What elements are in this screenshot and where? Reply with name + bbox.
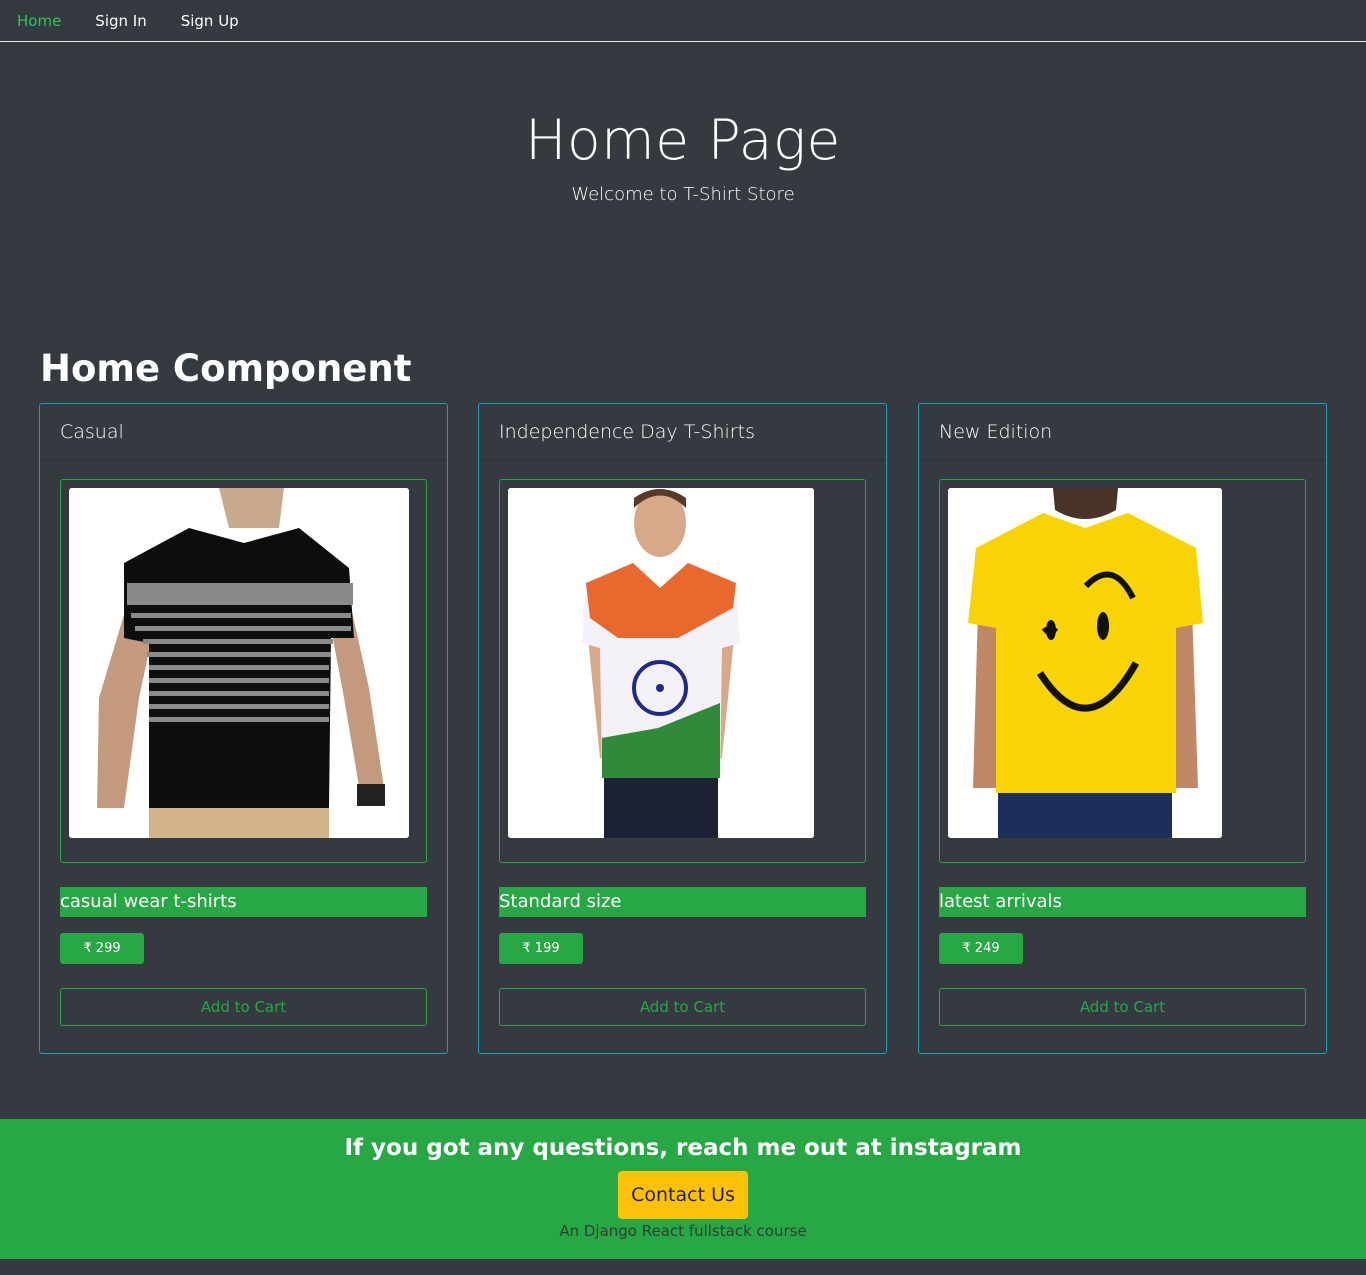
footer-title: If you got any questions, reach me out a… xyxy=(344,1135,1022,1161)
price-badge: ₹ 299 xyxy=(60,933,144,964)
page-title: Home Page xyxy=(525,108,841,172)
navbar: Home Sign In Sign Up xyxy=(0,0,1366,42)
product-card-independence-day: Independence Day T-Shirts Standard size … xyxy=(478,403,887,1054)
product-image-frame xyxy=(499,479,866,863)
card-header-title: New Edition xyxy=(919,404,1326,460)
product-description: casual wear t-shirts xyxy=(60,887,427,917)
product-card-new-edition: New Edition latest arrivals ₹ 249 Add to… xyxy=(918,403,1327,1054)
price-badge: ₹ 199 xyxy=(499,933,583,964)
product-image-frame xyxy=(939,479,1306,863)
card-header-title: Casual xyxy=(40,404,447,460)
section-heading: Home Component xyxy=(40,347,412,390)
product-image-frame xyxy=(60,479,427,863)
product-card-casual: Casual casual wear t-shirts ₹ 299 Add to… xyxy=(39,403,448,1054)
footer: If you got any questions, reach me out a… xyxy=(0,1119,1366,1259)
nav-home-link[interactable]: Home xyxy=(0,0,78,42)
black-striped-tshirt-photo-icon xyxy=(69,488,409,838)
nav-sign-up-link[interactable]: Sign Up xyxy=(164,0,256,42)
add-to-cart-button[interactable]: Add to Cart xyxy=(499,988,866,1026)
price-badge: ₹ 249 xyxy=(939,933,1023,964)
product-description: latest arrivals xyxy=(939,887,1306,917)
product-description: Standard size xyxy=(499,887,866,917)
add-to-cart-button[interactable]: Add to Cart xyxy=(939,988,1306,1026)
contact-us-button[interactable]: Contact Us xyxy=(618,1171,748,1219)
nav-sign-in-link[interactable]: Sign In xyxy=(78,0,163,42)
footer-note: An Django React fullstack course xyxy=(559,1222,807,1240)
tricolor-tshirt-photo-icon xyxy=(508,488,814,838)
page-subtitle: Welcome to T-Shirt Store xyxy=(571,184,795,205)
yellow-smiley-tshirt-photo-icon xyxy=(948,488,1222,838)
add-to-cart-button[interactable]: Add to Cart xyxy=(60,988,427,1026)
card-header-title: Independence Day T-Shirts xyxy=(479,404,886,460)
